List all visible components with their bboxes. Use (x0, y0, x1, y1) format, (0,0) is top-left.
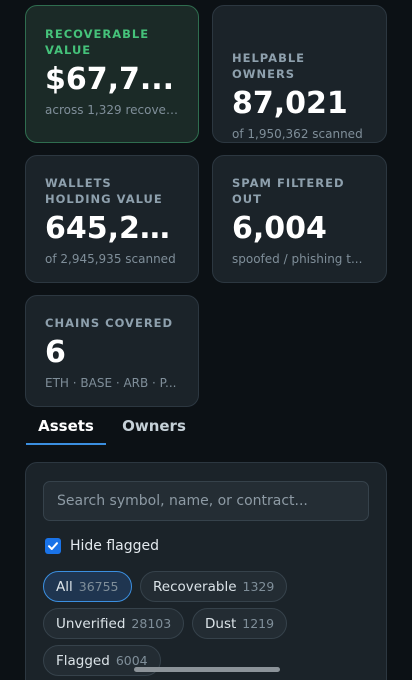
stat-card-recoverable-value[interactable]: RECOVERABLE VALUE $67,7... across 1,329 … (25, 5, 199, 143)
hide-flagged-toggle[interactable]: Hide flagged (45, 536, 159, 556)
tab-assets[interactable]: Assets (26, 406, 106, 446)
filter-chip-count: 1219 (242, 616, 275, 631)
view-tabs: Assets Owners (26, 406, 386, 446)
stat-value: 87,021 (232, 86, 348, 121)
stat-label: CHAINS COVERED (45, 316, 174, 330)
filter-chip-count: 28103 (131, 616, 172, 631)
stat-card-wallets-holding-value[interactable]: WALLETS HOLDING VALUE 645,292 of 2,945,9… (25, 155, 199, 283)
stat-label: RECOVERABLE VALUE (45, 27, 150, 57)
stat-subtext: across 1,329 recovera... (45, 103, 179, 117)
asset-filter-panel: Hide flagged All 36755 Recoverable 1329 … (25, 462, 387, 680)
filter-chip-label: Recoverable (153, 578, 237, 595)
filter-chip-dust[interactable]: Dust 1219 (192, 608, 288, 639)
stat-subtext: spoofed / phishing t... (232, 252, 363, 266)
filter-chip-recoverable[interactable]: Recoverable 1329 (140, 571, 288, 602)
stat-label: HELPABLE OWNERS (232, 51, 306, 81)
filter-chip-count: 6004 (115, 653, 148, 668)
stat-value: 6 (45, 335, 66, 370)
filter-chip-label: Unverified (56, 615, 126, 632)
stat-card-helpable-owners[interactable]: HELPABLE OWNERS 87,021 of 1,950,362 scan… (212, 5, 387, 143)
stat-subtext: of 2,945,935 scanned (45, 252, 176, 266)
stat-value: $67,7... (45, 62, 175, 97)
filter-chip-all[interactable]: All 36755 (43, 571, 132, 602)
stat-label: SPAM FILTERED OUT (232, 176, 345, 206)
hide-flagged-label: Hide flagged (70, 538, 160, 554)
filter-chip-count: 36755 (78, 579, 119, 594)
stat-value: 6,004 (232, 211, 327, 246)
filter-chip-label: Dust (205, 615, 237, 632)
tab-owners[interactable]: Owners (114, 406, 194, 446)
home-indicator[interactable] (134, 667, 280, 672)
stat-card-chains-covered[interactable]: CHAINS COVERED 6 ETH · BASE · ARB · P... (25, 295, 199, 407)
checkmark-icon (48, 542, 58, 550)
filter-chip-label: Flagged (56, 652, 110, 669)
filter-chip-label: All (56, 578, 73, 595)
active-tab-indicator (26, 443, 106, 445)
filter-chip-count: 1329 (242, 579, 275, 594)
stat-subtext: of 1,950,362 scanned (232, 127, 363, 141)
stat-value: 645,292 (45, 211, 179, 246)
filter-chip-unverified[interactable]: Unverified 28103 (43, 608, 185, 639)
stat-label: WALLETS HOLDING VALUE (45, 176, 163, 206)
hide-flagged-checkbox[interactable] (45, 538, 61, 554)
stat-subtext: ETH · BASE · ARB · P... (45, 376, 177, 390)
stat-card-spam-filtered-out[interactable]: SPAM FILTERED OUT 6,004 spoofed / phishi… (212, 155, 387, 283)
search-input[interactable] (43, 481, 369, 521)
